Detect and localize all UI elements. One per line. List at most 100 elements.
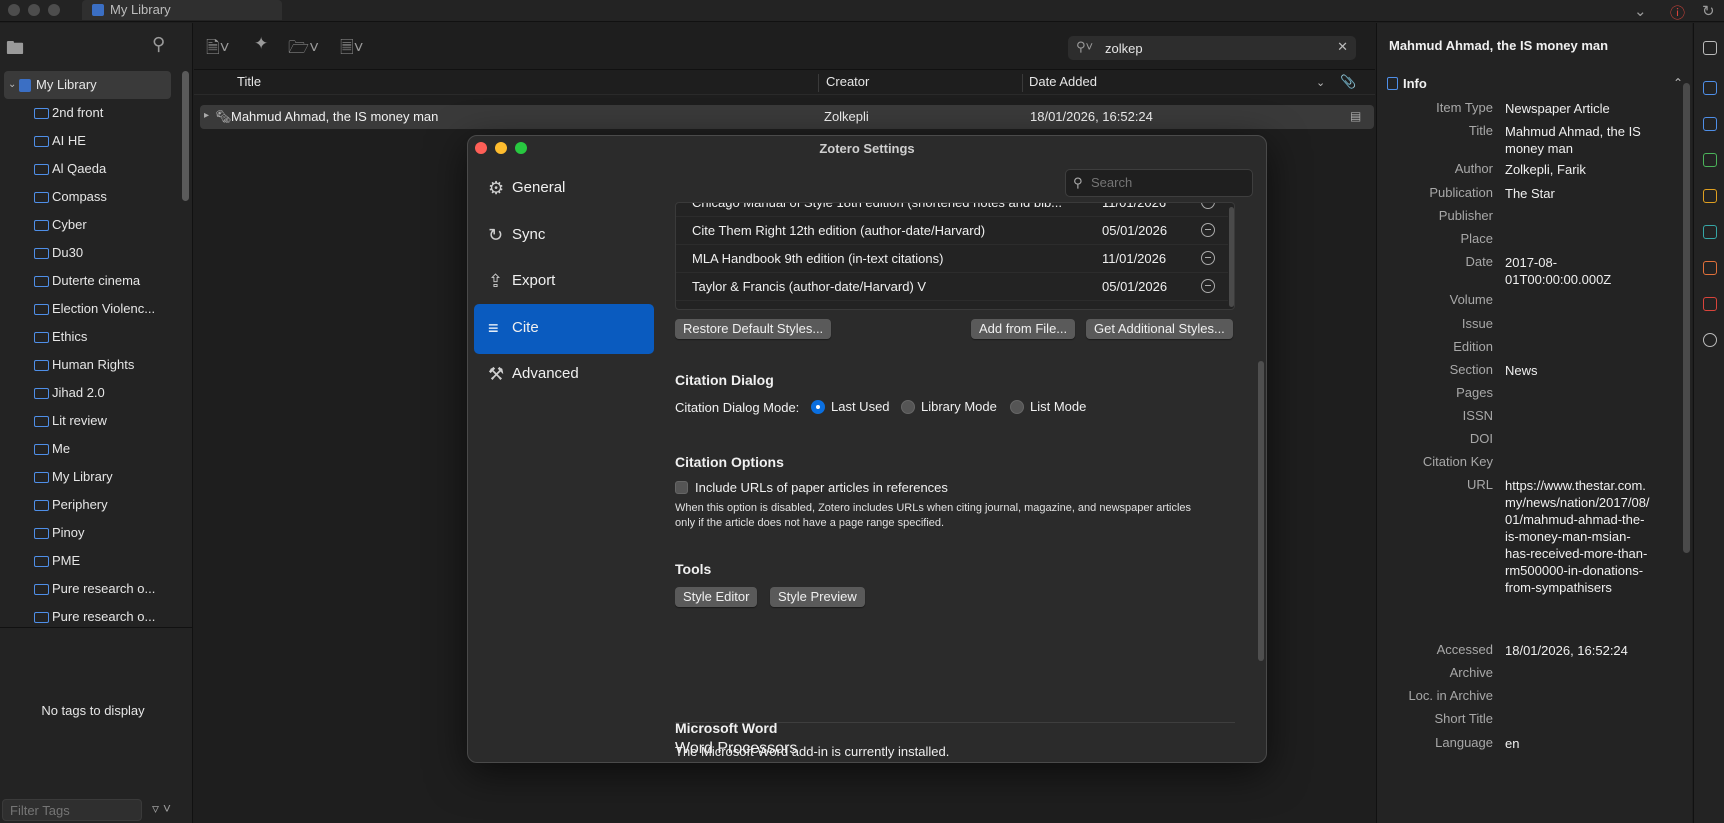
toggle-pane-icon[interactable] (1703, 41, 1717, 55)
info-field-value[interactable]: 2017-08-01T00:00:00.000Z (1505, 254, 1655, 288)
radio-list-mode[interactable] (1010, 400, 1024, 414)
column-header-title[interactable]: Title (237, 74, 261, 89)
filter-tags-input[interactable] (2, 799, 142, 821)
expand-chevron-icon[interactable]: ▸ (204, 110, 209, 121)
collection-item[interactable]: Periphery (0, 491, 193, 519)
tag-filter-icon[interactable]: ▿ ˅ (152, 800, 171, 817)
info-field-value[interactable]: The Star (1505, 185, 1655, 202)
info-section-header[interactable]: Info ⌃ (1387, 76, 1687, 96)
collection-item[interactable]: Pure research o... (0, 575, 193, 603)
remove-style-icon[interactable] (1201, 279, 1215, 293)
collection-item[interactable]: Human Rights (0, 351, 193, 379)
item-row[interactable]: ▸ 🗞 Mahmud Ahmad, the IS money man Zolke… (200, 105, 1374, 129)
info-field-value[interactable]: https://www.thestar.com.my/news/nation/2… (1505, 477, 1655, 596)
collection-item[interactable]: Ethics (0, 323, 193, 351)
radio-list-mode-label[interactable]: List Mode (1030, 399, 1086, 414)
style-preview-button[interactable]: Style Preview (770, 587, 865, 607)
restore-default-styles-button[interactable]: Restore Default Styles... (675, 319, 832, 339)
expand-chevron-icon[interactable]: ⌄ (8, 71, 16, 99)
column-header-creator[interactable]: Creator (826, 74, 869, 89)
collection-item[interactable]: Election Violenc... (0, 295, 193, 323)
info-field-value[interactable]: en (1505, 735, 1655, 752)
include-urls-checkbox[interactable] (675, 481, 688, 494)
style-row[interactable]: Chicago Manual of Style 18th edition (sh… (676, 203, 1228, 217)
settings-nav-cite[interactable]: ≡ Cite (474, 304, 654, 354)
style-row[interactable]: MLA Handbook 9th edition (in-text citati… (676, 245, 1228, 273)
close-window-button[interactable] (8, 4, 20, 16)
collection-item[interactable]: Jihad 2.0 (0, 379, 193, 407)
radio-library-mode[interactable] (901, 400, 915, 414)
collection-item[interactable]: Pinoy (0, 519, 193, 547)
new-item-icon[interactable]: 🗎˅ (206, 35, 230, 64)
collection-item[interactable]: PME (0, 547, 193, 575)
radio-library-mode-label[interactable]: Library Mode (921, 399, 997, 414)
collection-item[interactable]: Me (0, 435, 193, 463)
snapshot-attachment-icon[interactable]: ▤ (1350, 109, 1361, 123)
radio-last-used-label[interactable]: Last Used (831, 399, 890, 414)
minimize-window-button[interactable] (28, 4, 40, 16)
sync-icon[interactable]: ↻ (1702, 2, 1715, 20)
items-search-field[interactable]: ⚲˅ zolkep ✕ (1068, 36, 1356, 60)
collection-item[interactable]: Duterte cinema (0, 267, 193, 295)
related-nav-icon[interactable] (1703, 297, 1717, 311)
collection-item[interactable]: Compass (0, 183, 193, 211)
new-collection-icon[interactable]: 🖿 (6, 36, 24, 66)
styles-list-scrollbar[interactable] (1229, 207, 1234, 307)
library-tab[interactable]: My Library (82, 0, 282, 20)
error-alert-icon[interactable]: ⓘ (1670, 2, 1685, 23)
settings-search-field[interactable]: ⚲ (1065, 169, 1253, 197)
tabs-menu-chevron-icon[interactable]: ⌄ (1634, 2, 1647, 20)
info-field-value[interactable]: 18/01/2026, 16:52:24 (1505, 642, 1655, 659)
collection-item[interactable]: Lit review (0, 407, 193, 435)
info-field-value[interactable]: Newspaper Article (1505, 100, 1655, 117)
collection-root-my-library[interactable]: ⌄ My Library (4, 71, 171, 99)
settings-search-input[interactable] (1091, 175, 1241, 190)
add-from-file-button[interactable]: Add from File... (971, 319, 1076, 339)
style-row[interactable]: Cite Them Right 12th edition (author-dat… (676, 217, 1228, 245)
style-row[interactable]: Taylor & Francis (author-date/Harvard) V… (676, 273, 1228, 301)
search-collections-icon[interactable]: ⚲ (152, 34, 165, 55)
cite-settings-content: Taylor & Francis (author-date/Harvard) V… (675, 202, 1250, 762)
collapse-chevron-icon[interactable]: ⌃ (1673, 76, 1683, 90)
sort-chevron-icon[interactable]: ⌄ (1316, 76, 1325, 89)
info-field-value[interactable]: News (1505, 362, 1655, 379)
collection-item[interactable]: 2nd front (0, 99, 193, 127)
settings-nav-advanced[interactable]: ⚒ Advanced (474, 350, 654, 400)
info-nav-icon[interactable] (1703, 81, 1717, 95)
collection-item[interactable]: AI HE (0, 127, 193, 155)
settings-nav-general[interactable]: ⚙ General (474, 164, 654, 214)
libraries-collections-nav-icon[interactable] (1703, 225, 1717, 239)
info-field-value[interactable]: Mahmud Ahmad, the IS money man (1505, 123, 1655, 157)
abstract-nav-icon[interactable] (1703, 117, 1717, 131)
include-urls-label[interactable]: Include URLs of paper articles in refere… (695, 480, 948, 495)
add-by-identifier-icon[interactable]: ✦ (254, 34, 268, 54)
collection-item[interactable]: Cyber (0, 211, 193, 239)
get-additional-styles-button[interactable]: Get Additional Styles... (1086, 319, 1233, 339)
remove-style-icon[interactable] (1201, 203, 1215, 209)
settings-nav-export[interactable]: ⇪ Export (474, 257, 654, 307)
radio-last-used[interactable] (811, 400, 825, 414)
info-field-value[interactable]: Zolkepli, Farik (1505, 161, 1655, 178)
item-pane-scrollbar[interactable] (1683, 83, 1690, 553)
collection-item[interactable]: Al Qaeda (0, 155, 193, 183)
settings-scrollbar[interactable] (1258, 361, 1264, 661)
remove-style-icon[interactable] (1201, 223, 1215, 237)
notes-nav-icon[interactable] (1703, 189, 1717, 203)
attachments-column-icon[interactable]: 📎 (1340, 74, 1356, 90)
remove-style-icon[interactable] (1201, 251, 1215, 265)
zoom-window-button[interactable] (48, 4, 60, 16)
style-editor-button[interactable]: Style Editor (675, 587, 758, 607)
collection-item[interactable]: Du30 (0, 239, 193, 267)
column-header-date-added[interactable]: Date Added (1029, 74, 1097, 89)
collection-item[interactable]: My Library (0, 463, 193, 491)
locate-nav-icon[interactable] (1703, 333, 1717, 347)
tags-nav-icon[interactable] (1703, 261, 1717, 275)
add-attachment-icon[interactable]: 🗁˅ (288, 35, 319, 64)
column-separator[interactable] (1022, 74, 1023, 92)
collection-tree-scrollbar[interactable] (182, 71, 189, 201)
new-note-icon[interactable]: 🗏˅ (340, 35, 364, 64)
settings-nav-sync[interactable]: ↻ Sync (474, 211, 654, 261)
column-separator[interactable] (818, 74, 819, 92)
clear-search-icon[interactable]: ✕ (1337, 39, 1348, 55)
attachments-nav-icon[interactable] (1703, 153, 1717, 167)
